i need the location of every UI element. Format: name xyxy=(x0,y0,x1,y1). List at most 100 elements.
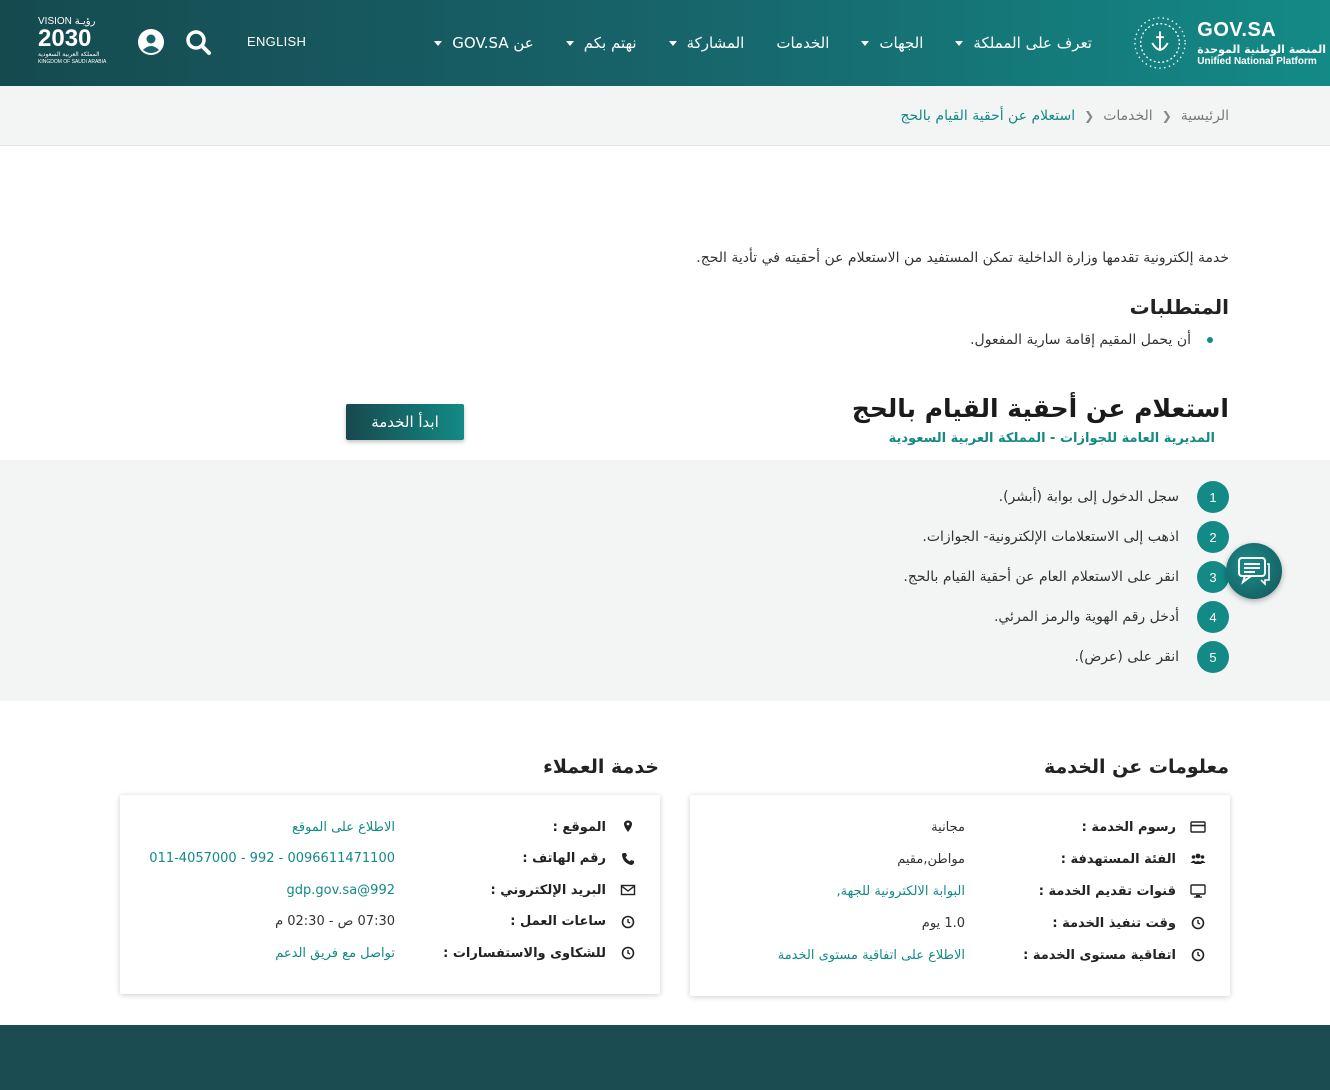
monitor-icon xyxy=(1190,883,1206,899)
info-row: قنوات تقديم الخدمة : البوابة الالكترونية … xyxy=(714,880,1206,902)
info-label: رسوم الخدمة : xyxy=(1081,819,1176,835)
service-provider[interactable]: المديرية العامة للجوازات - المملكة العرب… xyxy=(889,431,1215,446)
info-row: اتفاقية مستوى الخدمة : الاطلاع على اتفاقي… xyxy=(714,944,1206,966)
info-value: مجانية xyxy=(931,819,965,835)
info-label: رقم الهاتف : xyxy=(522,851,606,866)
step-text: انقر على (عرض). xyxy=(1074,649,1179,665)
emblem-icon xyxy=(1134,17,1187,69)
info-row: الفئة المستهدفة : مواطن,مقيم xyxy=(714,848,1206,870)
vision-en: KINGDOM OF SAUDI ARABIA xyxy=(38,59,107,65)
main-nav: تعرف على المملكة الجهات الخدمات المشاركة نهت… xyxy=(418,0,1108,86)
phone-icon xyxy=(620,851,636,867)
breadcrumb: الرئيسية ❮ الخدمات ❮ استعلام عن أحقية ال… xyxy=(900,108,1229,124)
info-link[interactable]: الاطلاع على الموقع xyxy=(292,820,395,835)
info-row: للشكاوى والاستفسارات : تواصل مع فريق الدع… xyxy=(144,942,636,964)
nav-item[interactable]: الجهات xyxy=(845,34,939,52)
gov-sa-logo[interactable]: GOV.SA المنصة الوطنية الموحدة Unified Na… xyxy=(1131,12,1326,74)
info-label: للشكاوى والاستفسارات : xyxy=(443,945,606,961)
nav-item-label: تعرف على المملكة xyxy=(973,34,1092,52)
chevron-left-icon: ❮ xyxy=(1084,109,1095,123)
info-label: الفئة المستهدفة : xyxy=(1060,851,1176,867)
info-link[interactable]: 0096611471100 - 992 - 011-4057000 xyxy=(149,851,395,866)
caret-down-icon xyxy=(861,40,870,46)
caret-down-icon xyxy=(955,40,964,46)
info-link[interactable]: 992@gdp.gov.sa xyxy=(287,883,395,898)
info-row: رقم الهاتف : 0096611471100 - 992 - 011-40… xyxy=(144,848,636,870)
brand-subtitle-ar: المنصة الوطنية الموحدة xyxy=(1197,42,1326,56)
step-item: 3 انقر على الاستعلام العام عن أحقية القيا… xyxy=(903,557,1229,597)
start-service-button[interactable]: ابدأ الخدمة xyxy=(346,404,464,440)
vision-ar: المملكة العربية السعودية xyxy=(38,51,100,58)
info-row: الموقع : الاطلاع على الموقع xyxy=(144,816,636,838)
user-account-icon[interactable] xyxy=(137,28,165,56)
nav-item-label: الخدمات xyxy=(776,34,830,52)
caret-down-icon xyxy=(434,40,443,46)
list-item: أن يحمل المقيم إقامة سارية المفعول. xyxy=(970,332,1229,348)
info-value: 1.0 يوم xyxy=(921,915,965,931)
step-text: انقر على الاستعلام العام عن أحقية القيام… xyxy=(903,569,1179,585)
caret-down-icon xyxy=(565,40,574,46)
info-label: الموقع : xyxy=(552,819,606,835)
clock-icon xyxy=(1190,915,1206,931)
info-value: 07:30 ص - 02:30 م xyxy=(275,914,395,929)
clock-icon xyxy=(1190,947,1206,963)
service-steps-section: 1 سجل الدخول إلى بوابة (أبشر). 2 اذهب إلى ا… xyxy=(0,460,1330,701)
bullet-icon xyxy=(1207,337,1213,343)
info-label: البريد الإلكتروني : xyxy=(490,882,606,898)
site-footer xyxy=(0,1025,1330,1090)
caret-down-icon xyxy=(668,40,677,46)
info-link[interactable]: البوابة الالكترونية للجهة, xyxy=(837,884,965,899)
service-description: خدمة إلكترونية تقدمها وزارة الداخلية تمك… xyxy=(696,250,1229,266)
breadcrumb-services[interactable]: الخدمات xyxy=(1103,108,1153,124)
vision-2030-logo: VISION رؤيـة 2030 المملكة العربية السعود… xyxy=(38,16,112,70)
chat-button[interactable] xyxy=(1226,543,1282,599)
nav-item[interactable]: الخدمات xyxy=(760,34,845,52)
brand-text: GOV.SA المنصة الوطنية الموحدة Unified Na… xyxy=(1197,19,1326,67)
step-item: 1 سجل الدخول إلى بوابة (أبشر). xyxy=(903,477,1229,517)
service-title: استعلام عن أحقية القيام بالحج xyxy=(851,394,1229,423)
service-info-card: رسوم الخدمة : مجانية الفئة المستهدفة : مواط… xyxy=(690,795,1230,996)
requirements-title: المتطلبات xyxy=(1129,295,1229,319)
requirement-text: أن يحمل المقيم إقامة سارية المفعول. xyxy=(970,332,1191,348)
language-switch[interactable]: ENGLISH xyxy=(247,34,306,49)
breadcrumb-home[interactable]: الرئيسية xyxy=(1181,108,1229,124)
step-text: أدخل رقم الهوية والرمز المرئي. xyxy=(993,609,1179,625)
info-link[interactable]: تواصل مع فريق الدعم xyxy=(275,946,395,961)
step-number: 2 xyxy=(1197,521,1229,553)
requirements-list: أن يحمل المقيم إقامة سارية المفعول. xyxy=(970,332,1229,348)
nav-item[interactable]: المشاركة xyxy=(653,34,761,52)
credit-card-icon xyxy=(1190,819,1206,835)
step-item: 2 اذهب إلى الاستعلامات الإلكترونية- الجوا… xyxy=(903,517,1229,557)
steps-list: 1 سجل الدخول إلى بوابة (أبشر). 2 اذهب إلى ا… xyxy=(903,477,1229,677)
customer-service-card: الموقع : الاطلاع على الموقع رقم الهاتف : 00… xyxy=(120,795,660,994)
info-label: اتفاقية مستوى الخدمة : xyxy=(1023,947,1176,963)
customer-service-title: خدمة العملاء xyxy=(543,756,659,778)
nav-item[interactable]: عن GOV.SA xyxy=(418,34,549,52)
search-icon[interactable] xyxy=(184,28,212,56)
clock-icon xyxy=(620,945,636,961)
info-label: قنوات تقديم الخدمة : xyxy=(1038,883,1176,899)
info-link[interactable]: الاطلاع على اتفاقية مستوى الخدمة xyxy=(778,948,965,963)
step-text: اذهب إلى الاستعلامات الإلكترونية- الجواز… xyxy=(922,529,1179,545)
nav-item[interactable]: تعرف على المملكة xyxy=(939,34,1108,52)
info-label: ساعات العمل : xyxy=(510,914,606,929)
chat-icon xyxy=(1238,557,1270,586)
users-icon xyxy=(1190,851,1206,867)
info-value: مواطن,مقيم xyxy=(897,851,965,867)
nav-item-label: نهتم بكم xyxy=(583,34,637,52)
step-item: 4 أدخل رقم الهوية والرمز المرئي. xyxy=(903,597,1229,637)
step-number: 1 xyxy=(1197,481,1229,513)
vision-year: 2030 xyxy=(38,25,92,52)
map-marker-icon xyxy=(620,819,636,835)
chevron-left-icon: ❮ xyxy=(1161,109,1172,123)
nav-item[interactable]: نهتم بكم xyxy=(550,34,653,52)
info-row: ساعات العمل : 07:30 ص - 02:30 م xyxy=(144,911,636,933)
nav-item-label: الجهات xyxy=(879,34,924,52)
step-number: 5 xyxy=(1197,641,1229,673)
breadcrumb-current: استعلام عن أحقية القيام بالحج xyxy=(900,108,1076,124)
step-number: 4 xyxy=(1197,601,1229,633)
brand-title: GOV.SA xyxy=(1197,18,1277,41)
nav-item-label: المشاركة xyxy=(686,34,745,52)
envelope-icon xyxy=(620,882,636,898)
breadcrumb-bar: الرئيسية ❮ الخدمات ❮ استعلام عن أحقية ال… xyxy=(0,86,1330,146)
